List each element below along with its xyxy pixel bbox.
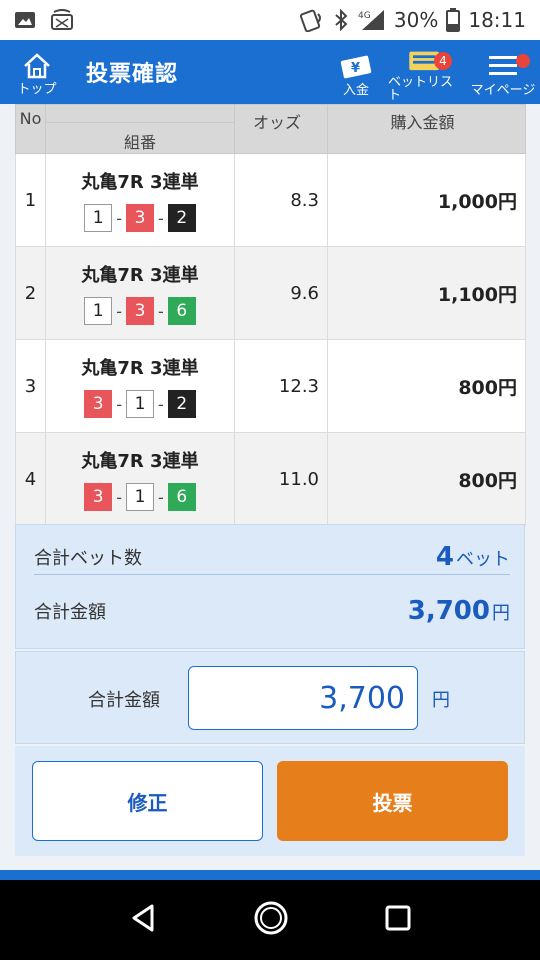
header-combo-top-divider [46, 105, 234, 123]
boat-1: 1 [84, 204, 113, 232]
amount: 800円 [327, 339, 526, 433]
home-label: トップ [17, 81, 57, 97]
bet-table-wrap: No 組番 オッズ 購入金額 1 丸亀7R 3連単 1 - 3 - 2 8.3 … [15, 104, 526, 526]
battery-icon [446, 8, 461, 32]
home-button[interactable]: トップ [12, 46, 62, 102]
row-no: 1 [15, 153, 46, 247]
menu-icon [489, 55, 517, 75]
race-name: 丸亀7R 3連単 [81, 265, 199, 286]
confirm-total-unit: 円 [432, 690, 450, 711]
combo: 3 - 1 - 6 [46, 483, 234, 511]
boat-1: 1 [84, 297, 113, 325]
battery-percent: 30% [393, 8, 439, 32]
button-area: 修正 投票 [15, 746, 525, 856]
modify-button[interactable]: 修正 [32, 761, 263, 841]
table-row: 1 丸亀7R 3連単 1 - 3 - 2 8.3 1,000円 [15, 153, 526, 247]
clock: 18:11 [468, 8, 526, 32]
confirm-total-input[interactable] [188, 666, 418, 730]
header-no: No [15, 104, 46, 154]
row-no: 2 [15, 246, 46, 340]
amount: 1,000円 [327, 153, 526, 247]
boat-6: 6 [167, 297, 196, 325]
home-icon [24, 52, 50, 78]
nfc-icon [299, 8, 326, 32]
mypage-button[interactable]: マイページ [468, 46, 538, 102]
image-icon [14, 9, 36, 31]
table-row: 4 丸亀7R 3連単 3 - 1 - 6 11.0 800円 [15, 432, 526, 526]
main-content: No 組番 オッズ 購入金額 1 丸亀7R 3連単 1 - 3 - 2 8.3 … [0, 104, 540, 870]
header-combo: 組番 [123, 133, 156, 152]
boat-1: 1 [126, 483, 154, 511]
boat-3: 3 [126, 297, 154, 325]
back-icon[interactable] [128, 903, 158, 937]
combo-cell: 丸亀7R 3連単 3 - 1 - 2 [45, 339, 235, 433]
deposit-icon: ¥ [340, 55, 372, 78]
system-nav-bar [0, 880, 540, 960]
summary-panel: 合計ベット数 4 ベット 合計金額 3,700 円 [15, 524, 525, 649]
header-combo-cell: 組番 [45, 104, 235, 154]
header-odds: オッズ [234, 104, 328, 154]
bet-count-label: 合計ベット数 [34, 547, 142, 569]
footer-bar [0, 870, 540, 880]
cast-icon [50, 9, 74, 31]
odds: 12.3 [234, 339, 328, 433]
recents-icon[interactable] [384, 904, 412, 936]
combo-cell: 丸亀7R 3連単 1 - 3 - 2 [45, 153, 235, 247]
boat-3: 3 [126, 204, 154, 232]
total-value: 3,700 円 [407, 596, 510, 626]
app-header: トップ 投票確認 ¥ 入金 ベットリスト 4 マイページ [0, 40, 540, 104]
race-name: 丸亀7R 3連単 [81, 451, 199, 472]
page-title: 投票確認 [86, 62, 179, 87]
boat-2: 2 [167, 204, 196, 232]
boat-2: 2 [167, 390, 196, 418]
boat-6: 6 [167, 483, 196, 511]
odds: 8.3 [234, 153, 328, 247]
betlist-button[interactable]: ベットリスト 4 [388, 46, 464, 102]
home-circle-icon[interactable] [253, 900, 289, 940]
betlist-badge: 4 [434, 52, 452, 70]
bet-count-value: 4 ベット [435, 541, 510, 572]
race-name: 丸亀7R 3連単 [81, 358, 199, 379]
confirm-total-label: 合計金額 [88, 690, 160, 711]
race-name: 丸亀7R 3連単 [81, 172, 199, 193]
odds: 11.0 [234, 432, 328, 526]
boat-3: 3 [84, 483, 113, 511]
deposit-button[interactable]: ¥ 入金 [334, 46, 378, 102]
betlist-label: ベットリスト [388, 75, 454, 103]
table-row: 3 丸亀7R 3連単 3 - 1 - 2 12.3 800円 [15, 339, 526, 433]
bet-count-row: 合計ベット数 4 ベット [34, 539, 510, 575]
combo-cell: 丸亀7R 3連単 1 - 3 - 6 [45, 246, 235, 340]
boat-1: 1 [126, 390, 154, 418]
bluetooth-icon [334, 9, 348, 31]
combo-cell: 丸亀7R 3連単 3 - 1 - 6 [45, 432, 235, 526]
amount: 1,100円 [327, 246, 526, 340]
combo: 1 - 3 - 6 [46, 297, 234, 325]
table-row: 2 丸亀7R 3連単 1 - 3 - 6 9.6 1,100円 [15, 246, 526, 340]
row-no: 4 [15, 432, 46, 526]
svg-text:4G: 4G [358, 11, 371, 21]
signal-icon: 4G [356, 8, 386, 32]
amount: 800円 [327, 432, 526, 526]
notification-dot [516, 54, 530, 68]
confirm-total-box: 合計金額 円 [15, 651, 525, 744]
row-no: 3 [15, 339, 46, 433]
mypage-label: マイページ [470, 82, 536, 98]
bet-table: No 組番 オッズ 購入金額 1 丸亀7R 3連単 1 - 3 - 2 8.3 … [15, 104, 526, 526]
combo: 1 - 3 - 2 [46, 204, 234, 232]
combo: 3 - 1 - 2 [46, 390, 234, 418]
odds: 9.6 [234, 246, 328, 340]
vote-button[interactable]: 投票 [277, 761, 508, 841]
deposit-label: 入金 [342, 82, 369, 98]
svg-text:¥: ¥ [351, 61, 360, 76]
status-bar: 4G 30% 18:11 [0, 0, 540, 40]
total-label: 合計金額 [34, 602, 106, 623]
header-amount: 購入金額 [327, 104, 526, 154]
total-row: 合計金額 3,700 円 [34, 589, 510, 633]
boat-3: 3 [84, 390, 113, 418]
